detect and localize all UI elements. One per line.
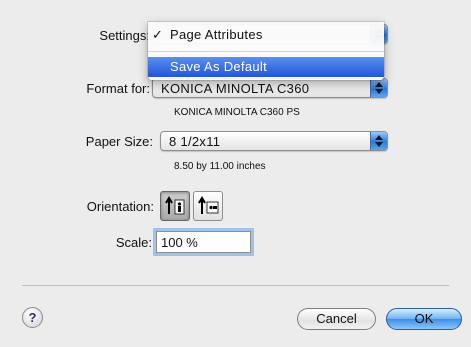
help-button[interactable]: ? [22,307,43,328]
landscape-icon [198,196,219,214]
scale-input[interactable]: 100 % [156,231,251,253]
paper-size-label: Paper Size: [85,134,153,149]
ok-button[interactable]: OK [386,308,462,330]
paper-dimensions: 8.50 by 11.00 inches [174,161,266,172]
menu-item-save-as-default[interactable]: Save As Default [148,57,384,77]
menu-item-page-attributes[interactable]: ✓ Page Attributes [148,25,384,45]
printer-description: KONICA MINOLTA C360 PS [174,107,300,118]
orientation-label: Orientation: [86,199,154,214]
paper-size-value: 8 1/2x11 [169,134,221,149]
orientation-portrait-button[interactable] [160,191,190,221]
menu-item-label: Save As Default [170,59,267,74]
divider [22,285,449,286]
format-for-value: KONICA MINOLTA C360 [161,81,310,96]
cancel-button[interactable]: Cancel [297,308,376,330]
menu-separator [148,51,384,52]
portrait-icon [165,196,185,215]
orientation-landscape-button[interactable] [193,191,223,221]
paper-size-popup[interactable]: 8 1/2x11 [160,131,388,151]
format-for-label: Format for: [86,81,150,96]
scale-label: Scale: [115,235,152,250]
format-for-popup[interactable]: KONICA MINOLTA C360 [152,78,388,98]
popup-arrows-icon [370,132,387,150]
settings-label: Settings: [99,28,150,43]
settings-menu: ✓ Page Attributes Save As Default [148,22,384,80]
popup-arrows-icon [370,79,387,97]
checkmark-icon: ✓ [152,27,163,42]
menu-item-label: Page Attributes [170,27,263,42]
